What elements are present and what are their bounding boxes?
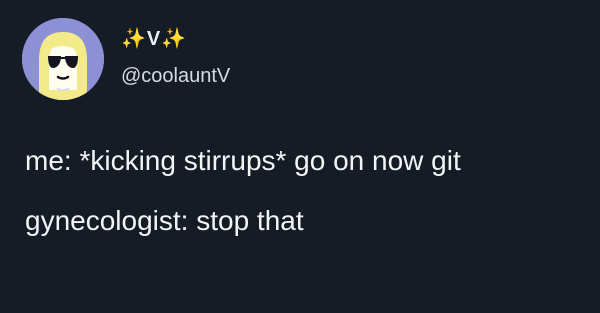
user-handle[interactable]: @coolauntV xyxy=(121,64,230,88)
avatar-illustration-icon xyxy=(22,18,104,100)
tweet-text: me: *kicking stirrups* go on now git gyn… xyxy=(25,145,585,237)
tweet-line: me: *kicking stirrups* go on now git xyxy=(25,145,461,176)
tweet-card: ✨V✨ @coolauntV me: *kicking stirrups* go… xyxy=(0,0,600,313)
profile-avatar[interactable] xyxy=(22,18,104,100)
tweet-line: gynecologist: stop that xyxy=(25,205,304,236)
display-name[interactable]: ✨V✨ xyxy=(121,27,187,51)
